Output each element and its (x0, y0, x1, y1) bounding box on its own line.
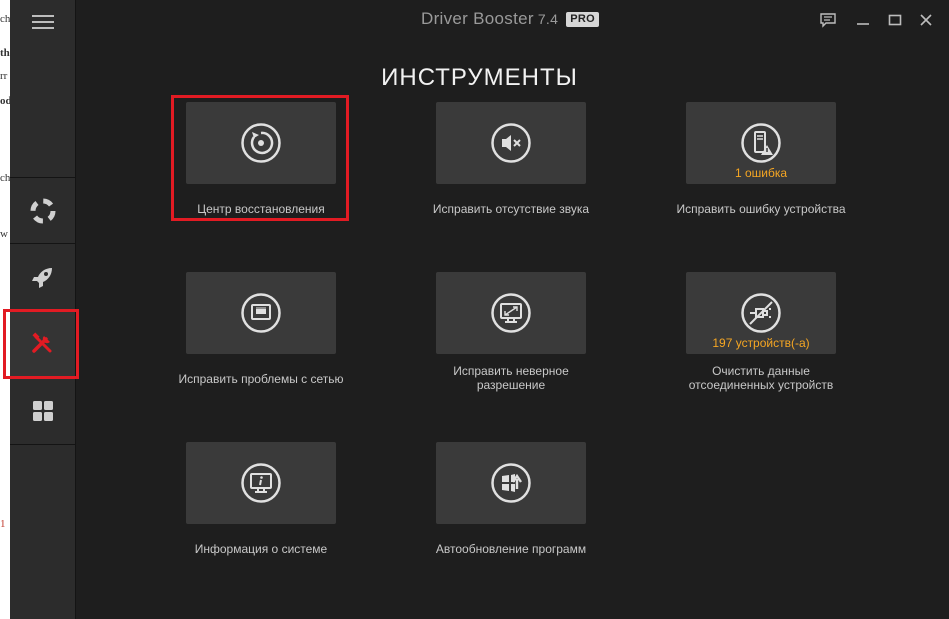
mute-speaker-icon (491, 123, 531, 163)
rescue-center-highlight-frame (171, 95, 349, 221)
close-icon (920, 14, 932, 26)
network-icon (241, 293, 281, 333)
tool-label: Исправить неверное разрешение (386, 364, 636, 392)
tool-tile[interactable] (186, 272, 336, 354)
app-name: Driver Booster (421, 9, 534, 28)
lifebuoy-icon (30, 198, 55, 224)
tool-label-line: Исправить неверное (453, 364, 569, 378)
tool-label: Исправить отсутствие звука (432, 202, 590, 216)
apps-grid-icon (32, 401, 53, 421)
resolution-icon (491, 293, 531, 333)
title-bar: Driver Booster 7.4 PRO (76, 0, 949, 40)
hamburger-icon (31, 15, 54, 29)
driver-booster-window: Driver Booster 7.4 PRO ИНСТРУМЕНТЫ Центр… (3, 0, 949, 619)
minimize-button[interactable] (852, 10, 874, 30)
background-text: th (0, 47, 10, 59)
device-warning-icon (741, 123, 781, 163)
error-count-badge: 1 ошибка (734, 166, 788, 180)
tool-fix-device-error[interactable]: 1 ошибка Исправить ошибку устройства (676, 102, 846, 216)
tool-tile[interactable] (186, 442, 336, 524)
tool-label: Очистить данные отсоединенных устройств (636, 364, 886, 392)
background-text: ch (0, 13, 10, 25)
rocket-icon (31, 268, 52, 288)
sidebar-item-boost[interactable] (10, 243, 75, 310)
tool-system-info[interactable]: Информация о системе (186, 442, 336, 556)
sidebar-item-action-center[interactable] (10, 377, 75, 445)
tool-tile[interactable]: 197 устройств(-а) (686, 272, 836, 354)
minimize-icon (857, 23, 869, 25)
background-text: 1 (0, 518, 6, 530)
sidebar-item-rescue[interactable] (10, 177, 75, 244)
app-version: 7.4 (537, 11, 559, 27)
feedback-button[interactable] (817, 10, 839, 30)
system-info-icon (241, 463, 281, 503)
disconnected-device-icon (741, 293, 781, 333)
tool-label-line: Очистить данные (712, 364, 810, 378)
tools-highlight-frame (3, 309, 79, 379)
tool-label-line: отсоединенных устройств (688, 378, 834, 392)
tool-fix-network[interactable]: Исправить проблемы с сетью (178, 272, 344, 386)
background-text: ch (0, 172, 10, 184)
background-text: od (0, 95, 10, 107)
tool-label: Исправить ошибку устройства (676, 202, 846, 216)
tool-label: Информация о системе (194, 542, 328, 556)
tool-label-line: разрешение (476, 378, 546, 392)
tool-tile[interactable]: 1 ошибка (686, 102, 836, 184)
chat-icon (820, 12, 836, 28)
tool-label: Исправить проблемы с сетью (178, 372, 344, 386)
device-count-badge: 197 устройств(-а) (712, 336, 810, 350)
app-update-icon (491, 463, 531, 503)
tool-clean-disconnected-devices[interactable]: 197 устройств(-а) Очистить данные отсоед… (686, 272, 836, 392)
maximize-button[interactable] (884, 10, 906, 30)
close-button[interactable] (915, 10, 937, 30)
window-title: Driver Booster 7.4 PRO (421, 9, 599, 29)
tool-fix-no-sound[interactable]: Исправить отсутствие звука (433, 102, 589, 216)
menu-button[interactable] (10, 0, 75, 44)
tool-tile[interactable] (436, 442, 586, 524)
page-title: ИНСТРУМЕНТЫ (381, 64, 578, 91)
tool-fix-resolution[interactable]: Исправить неверное разрешение (436, 272, 586, 392)
tool-software-update[interactable]: Автообновление программ (436, 442, 586, 556)
tool-label: Автообновление программ (435, 542, 587, 556)
maximize-icon (888, 14, 902, 26)
pro-badge: PRO (566, 12, 599, 27)
tool-tile[interactable] (436, 272, 586, 354)
background-text: w (0, 228, 8, 240)
background-text: rr (0, 70, 8, 82)
tool-tile[interactable] (436, 102, 586, 184)
